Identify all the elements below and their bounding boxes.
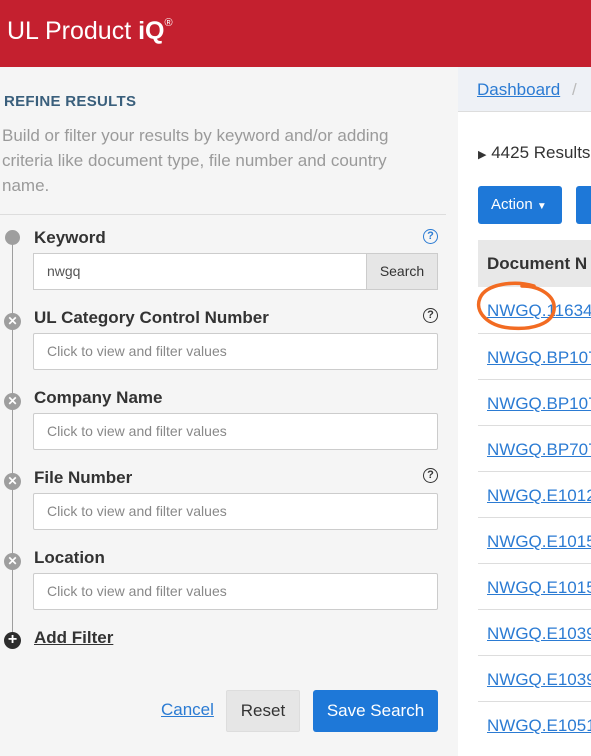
row-divider [478,609,591,610]
keyword-search-button[interactable]: Search [366,253,438,290]
file-number-label: File Number [34,468,133,487]
brand-logo[interactable]: UL Product iQ® [7,17,173,46]
location-label: Location [34,548,105,567]
registered-mark: ® [164,16,173,29]
row-divider [478,655,591,656]
table-row-link[interactable]: NWGQ.BP107 [487,394,591,414]
keyword-dot-icon [5,230,20,245]
remove-company-filter-icon[interactable]: ✕ [4,393,21,410]
reset-button[interactable]: Reset [226,690,300,732]
ccn-help-icon[interactable]: ? [423,308,438,323]
brand-prefix: UL Product [7,17,139,45]
row-divider [478,701,591,702]
action-dropdown-button[interactable]: Action ▼ [478,186,562,224]
keyword-input[interactable]: nwgq [33,253,367,290]
refine-title: REFINE RESULTS [4,93,137,110]
row-divider [478,471,591,472]
keyword-help-icon[interactable]: ? [423,229,438,244]
secondary-toolbar-button[interactable] [576,186,591,224]
company-filter-input[interactable]: Click to view and filter values [33,413,438,450]
add-filter-icon[interactable]: + [4,632,21,649]
save-search-button[interactable]: Save Search [313,690,438,732]
results-count-label: 4425 Results : [491,143,591,162]
divider [0,214,446,215]
table-row-link[interactable]: NWGQ.E1015 [487,532,591,552]
row-divider [478,425,591,426]
table-row-link[interactable]: NWGQ.E1012 [487,486,591,506]
table-row-link[interactable]: NWGQ.E1039 [487,670,591,690]
table-row-link[interactable]: NWGQ.E1039 [487,624,591,644]
column-header-document[interactable]: Document N [487,254,587,274]
table-row-link[interactable]: NWGQ.E1051 [487,716,591,736]
company-label: Company Name [34,388,163,407]
remove-file-number-filter-icon[interactable]: ✕ [4,473,21,490]
ccn-filter-input[interactable]: Click to view and filter values [33,333,438,370]
app-header: UL Product iQ® [0,0,591,67]
caret-down-icon: ▼ [536,201,547,212]
action-label: Action [491,196,533,213]
table-row-link[interactable]: NWGQ.BP107 [487,348,591,368]
refine-description: Build or filter your results by keyword … [2,126,389,195]
caret-right-icon[interactable]: ▶ [478,149,486,161]
row-divider [478,379,591,380]
breadcrumb-dashboard-link[interactable]: Dashboard [477,80,560,100]
file-number-help-icon[interactable]: ? [423,468,438,483]
add-filter-link[interactable]: Add Filter [34,628,113,648]
ccn-label: UL Category Control Number [34,308,269,327]
row-divider [478,563,591,564]
cancel-link[interactable]: Cancel [161,700,214,720]
annotation-circle [476,281,556,331]
keyword-label: Keyword [34,228,106,247]
location-filter-input[interactable]: Click to view and filter values [33,573,438,610]
table-row-link[interactable]: NWGQ.BP707 [487,440,591,460]
remove-location-filter-icon[interactable]: ✕ [4,553,21,570]
brand-bold: iQ [138,17,165,45]
row-divider [478,517,591,518]
filter-timeline [12,238,13,638]
remove-ccn-filter-icon[interactable]: ✕ [4,313,21,330]
breadcrumb-separator: / [572,80,577,99]
file-number-filter-input[interactable]: Click to view and filter values [33,493,438,530]
table-row-link[interactable]: NWGQ.E1015 [487,578,591,598]
results-count: ▶ 4425 Results : [478,143,591,163]
